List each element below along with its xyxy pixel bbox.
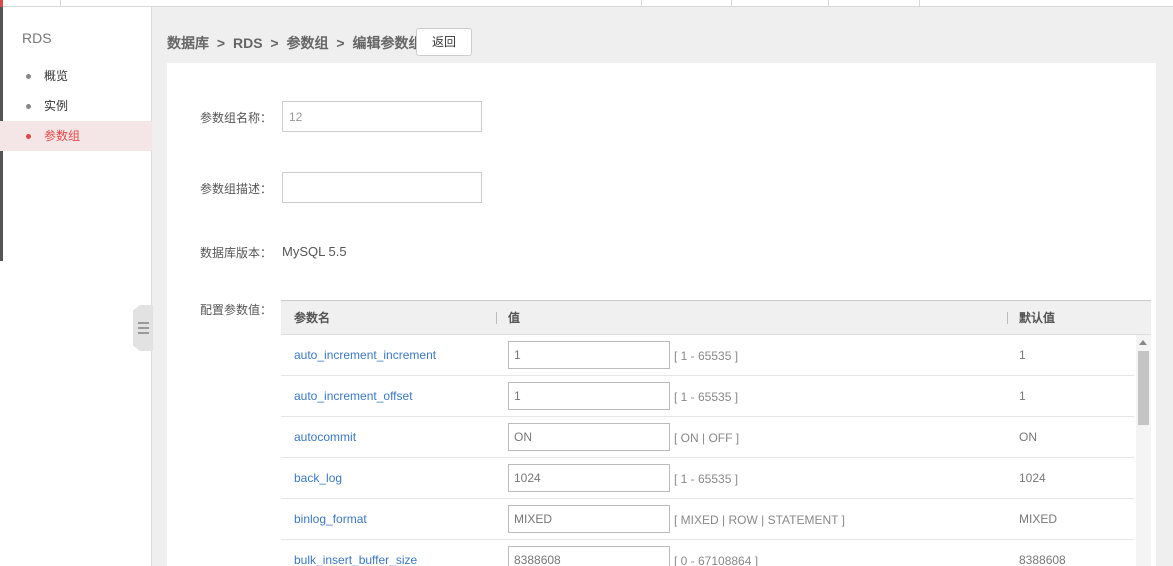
sidebar-item-label: 参数组 <box>44 129 81 143</box>
param-range: [ 1 - 65535 ] <box>674 349 739 363</box>
param-range: [ 1 - 65535 ] <box>674 390 739 404</box>
param-name-link[interactable]: auto_increment_offset <box>294 376 413 416</box>
breadcrumb-separator: > <box>270 35 279 51</box>
top-nav-divider <box>731 0 732 7</box>
top-bar-accent <box>0 0 3 7</box>
param-value-input[interactable] <box>508 505 670 533</box>
param-default: 1 <box>1019 348 1026 362</box>
group-desc-label: 参数组描述： <box>200 182 273 196</box>
param-default: ON <box>1019 430 1037 444</box>
breadcrumb-separator: > <box>336 35 345 51</box>
parameters-table: 参数名 值 默认值 auto_increment_increment [ 1 -… <box>281 300 1151 566</box>
sidebar-toggle-icon[interactable] <box>133 305 153 351</box>
table-scrollbar[interactable] <box>1136 335 1151 566</box>
bullet-icon <box>26 104 31 109</box>
param-default: MIXED <box>1019 512 1058 526</box>
column-header-default: 默认值 <box>1019 311 1056 325</box>
bullet-icon <box>26 134 31 139</box>
column-header-name: 参数名 <box>294 311 331 325</box>
param-value-input[interactable] <box>508 382 670 410</box>
back-button[interactable]: 返回 <box>416 28 472 56</box>
params-label: 配置参数值： <box>200 303 273 317</box>
param-default: 1024 <box>1019 471 1046 485</box>
breadcrumb: 数据库 > RDS > 参数组 > 编辑参数组 <box>167 33 426 53</box>
sidebar-item-label: 概览 <box>44 69 69 83</box>
table-row: auto_increment_offset [ 1 - 65535 ] 1 <box>281 376 1134 417</box>
breadcrumb-current: 编辑参数组 <box>352 35 423 51</box>
top-nav-bar <box>0 0 1173 7</box>
column-divider <box>496 312 497 324</box>
table-header: 参数名 值 默认值 <box>281 301 1151 335</box>
table-body: auto_increment_increment [ 1 - 65535 ] 1… <box>281 335 1134 566</box>
sidebar-item-instances[interactable]: 实例 <box>0 91 152 121</box>
scroll-up-icon[interactable] <box>1139 340 1147 345</box>
param-name-link[interactable]: autocommit <box>294 417 356 457</box>
param-range: [ 0 - 67108864 ] <box>674 554 759 566</box>
param-value-input[interactable] <box>508 546 670 566</box>
param-value-input[interactable] <box>508 341 670 369</box>
sidebar-item-parameter-groups[interactable]: 参数组 <box>0 121 152 151</box>
breadcrumb-item[interactable]: 参数组 <box>287 35 329 51</box>
param-name-link[interactable]: auto_increment_increment <box>294 335 436 375</box>
param-value-input[interactable] <box>508 423 670 451</box>
top-nav-divider <box>60 0 61 7</box>
db-version-value: MySQL 5.5 <box>282 244 347 259</box>
param-name-link[interactable]: bulk_insert_buffer_size <box>294 540 417 566</box>
sidebar-title: RDS <box>22 30 52 46</box>
column-divider <box>1007 312 1008 324</box>
column-header-value: 值 <box>508 311 521 325</box>
param-name-link[interactable]: back_log <box>294 458 342 498</box>
table-row: back_log [ 1 - 65535 ] 1024 <box>281 458 1134 499</box>
top-nav-divider <box>919 0 920 7</box>
bullet-icon <box>26 74 31 79</box>
param-range: [ 1 - 65535 ] <box>674 472 739 486</box>
sidebar: RDS 概览 实例 参数组 <box>0 7 152 566</box>
param-value-input[interactable] <box>508 464 670 492</box>
group-desc-input[interactable] <box>282 172 482 203</box>
table-row: bulk_insert_buffer_size [ 0 - 67108864 ]… <box>281 540 1134 566</box>
breadcrumb-item[interactable]: 数据库 <box>167 35 209 51</box>
param-range: [ ON | OFF ] <box>674 431 740 445</box>
param-default: 8388608 <box>1019 553 1066 566</box>
breadcrumb-item[interactable]: RDS <box>233 35 263 51</box>
param-default: 1 <box>1019 389 1026 403</box>
param-name-link[interactable]: binlog_format <box>294 499 367 539</box>
param-range: [ MIXED | ROW | STATEMENT ] <box>674 513 845 527</box>
table-row: autocommit [ ON | OFF ] ON <box>281 417 1134 458</box>
edit-parameter-group-panel: 参数组名称： 参数组描述： 数据库版本： MySQL 5.5 配置参数值： 参数… <box>167 63 1156 566</box>
table-row: auto_increment_increment [ 1 - 65535 ] 1 <box>281 335 1134 376</box>
breadcrumb-separator: > <box>216 35 226 51</box>
table-row: binlog_format [ MIXED | ROW | STATEMENT … <box>281 499 1134 540</box>
group-name-label: 参数组名称： <box>200 111 273 125</box>
sidebar-item-label: 实例 <box>44 99 69 113</box>
top-nav-divider <box>828 0 829 7</box>
scrollbar-thumb[interactable] <box>1138 351 1149 425</box>
sidebar-item-overview[interactable]: 概览 <box>0 61 152 91</box>
top-nav-divider <box>641 0 642 7</box>
db-version-label: 数据库版本： <box>200 246 273 260</box>
group-name-input[interactable] <box>282 101 482 132</box>
